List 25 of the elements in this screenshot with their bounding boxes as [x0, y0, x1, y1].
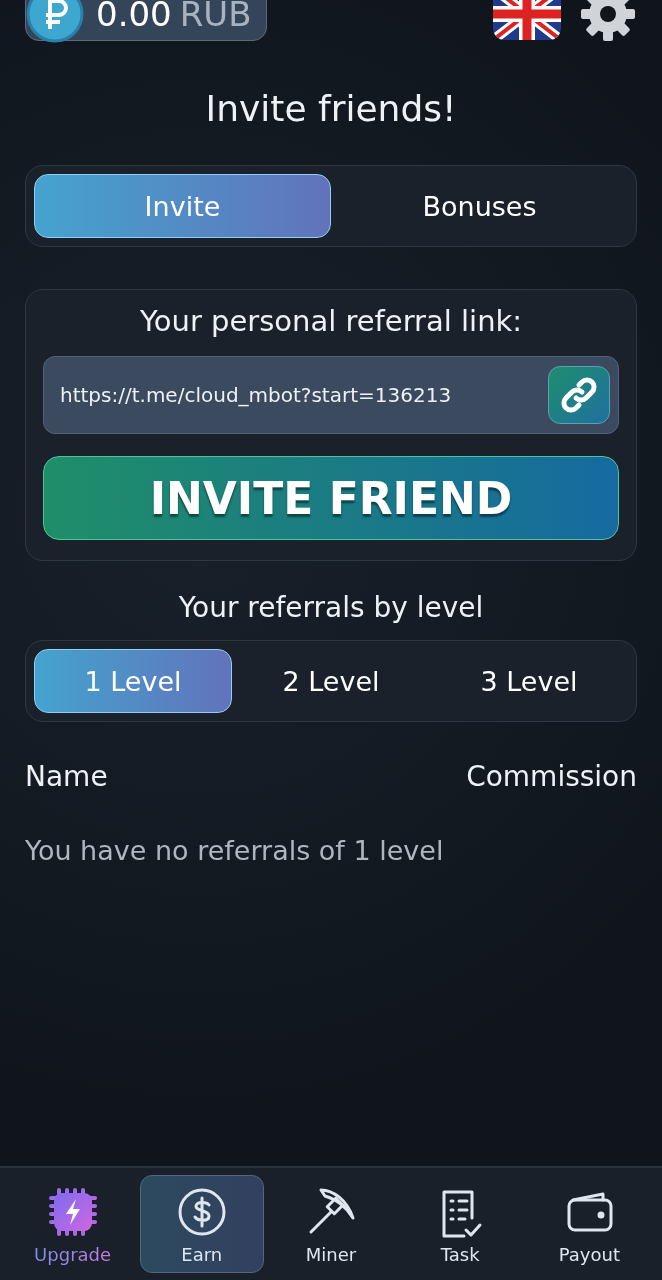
invite-friend-button[interactable]: INVITE FRIEND: [43, 456, 619, 540]
nav-item[interactable]: Task: [398, 1175, 523, 1273]
tab[interactable]: Invite: [34, 174, 331, 238]
tab[interactable]: Bonuses: [331, 174, 628, 238]
level-tab[interactable]: 1 Level: [34, 649, 232, 713]
link-field[interactable]: https://t.me/cloud_mbot?start=136213: [43, 356, 619, 434]
balance-amount: 0.00: [96, 0, 172, 34]
section-heading: Your referrals by level: [177, 591, 485, 624]
copy-link-button[interactable]: [548, 366, 610, 424]
empty-message: You have no referrals of 1 level: [25, 835, 445, 866]
currency-label: RUB: [179, 0, 252, 34]
ruble-coin-icon: [26, 0, 84, 43]
nav-item[interactable]: Earn: [139, 1175, 264, 1273]
column-header: Commission: [466, 760, 637, 793]
card-heading: Your personal referral link:: [138, 304, 524, 338]
link-icon: [559, 375, 599, 415]
column-header: Name: [25, 760, 108, 793]
page-title: Invite friends!: [204, 88, 458, 129]
uk-flag-icon[interactable]: [493, 0, 561, 40]
nav-item[interactable]: Payout: [527, 1175, 652, 1273]
level-tab[interactable]: 3 Level: [430, 649, 628, 713]
nav-item[interactable]: Miner: [268, 1175, 393, 1273]
level-tab[interactable]: 2 Level: [232, 649, 430, 713]
settings-icon[interactable]: [579, 0, 637, 43]
nav-item[interactable]: Upgrade: [10, 1175, 135, 1273]
